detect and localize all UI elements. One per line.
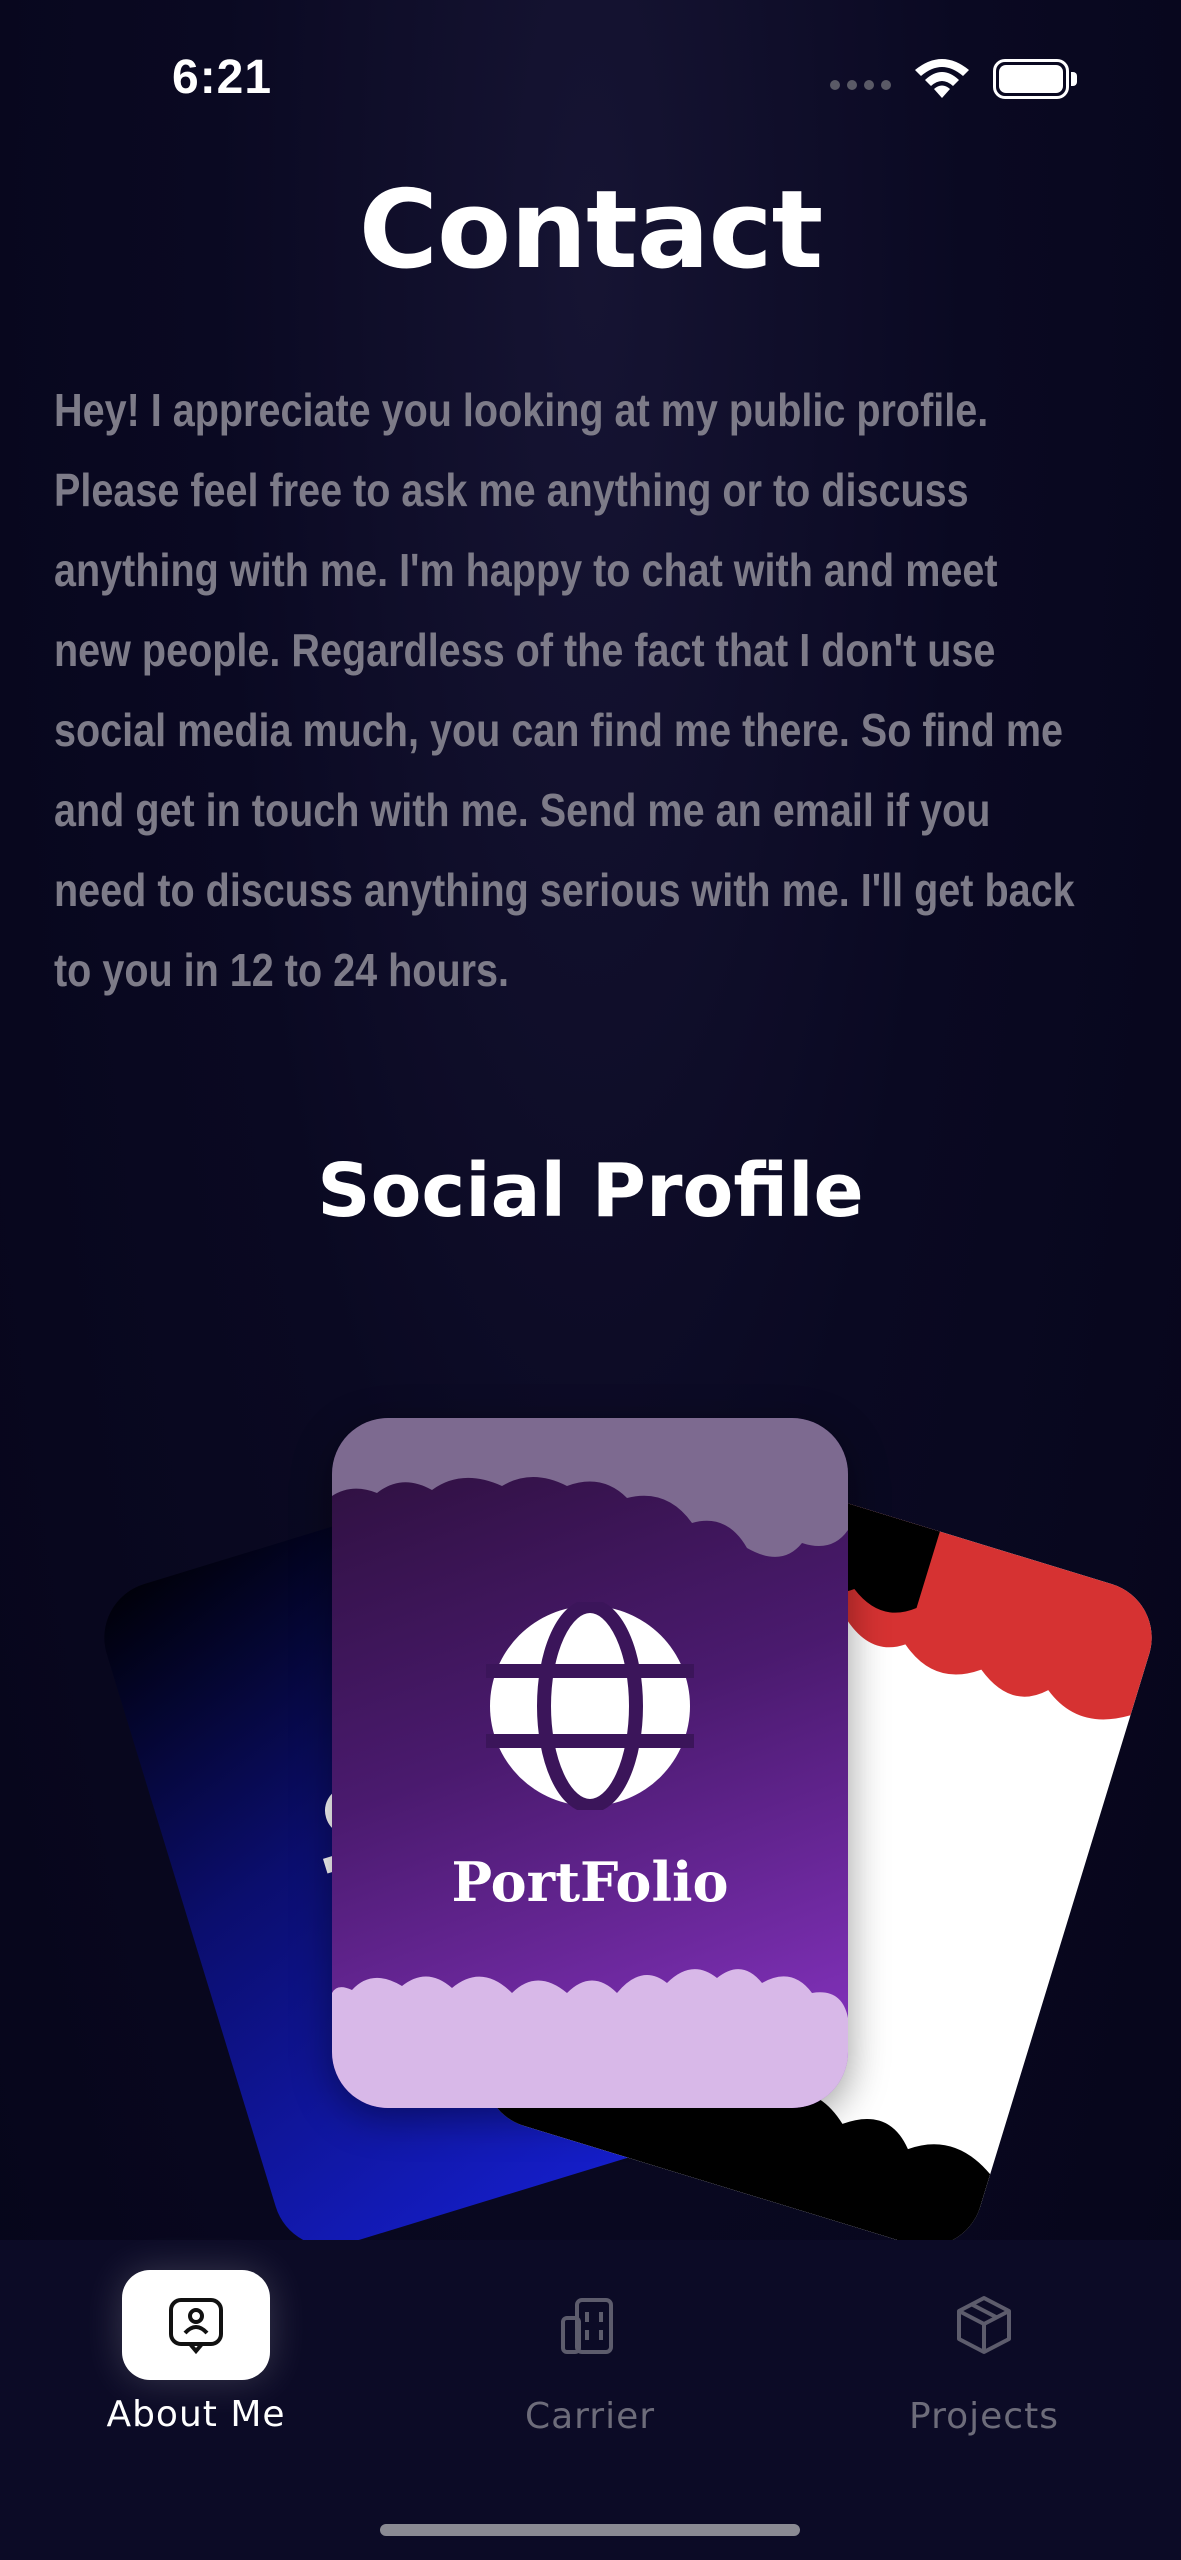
description-line: Please feel free to ask me anything or t… [54, 464, 969, 516]
battery-icon [993, 59, 1077, 99]
portfolio-label: PortFolio [451, 1850, 729, 1914]
status-icons [830, 58, 1077, 100]
description-line: Hey! I appreciate you looking at my publ… [54, 384, 989, 436]
tab-bar: About Me Carrier Projects [0, 2240, 1181, 2560]
tab-icon-container [122, 2270, 270, 2380]
signal-dots-icon [830, 80, 891, 90]
tab-label: Projects [909, 2396, 1059, 2437]
wifi-icon [915, 59, 969, 98]
home-indicator[interactable] [380, 2524, 800, 2536]
tab-label: About Me [106, 2394, 286, 2435]
description-line: social media much, you can find me there… [54, 704, 1064, 756]
profile-badge-icon [169, 2298, 223, 2355]
description-line: to you in 12 to 24 hours. [54, 944, 510, 996]
page-title: Contact [358, 168, 824, 293]
contact-screen: 6:21 Contact Hey! I appreciate you looki… [0, 0, 1181, 2560]
tab-icon-container [516, 2270, 664, 2380]
description-line: anything with me. I'm happy to chat with… [54, 544, 998, 596]
tab-label: Carrier [524, 2396, 656, 2437]
tab-carrier[interactable]: Carrier [440, 2270, 740, 2437]
social-card-portfolio[interactable]: PortFolio [332, 1418, 848, 2108]
description-line: new people. Regardless of the fact that … [54, 624, 996, 676]
globe-icon [486, 1602, 694, 1810]
tab-projects[interactable]: Projects [834, 2270, 1134, 2437]
status-time: 6:21 [172, 51, 273, 104]
description-line: need to discuss anything serious with me… [54, 864, 1075, 916]
contact-description: Hey! I appreciate you looking at my publ… [54, 370, 1129, 1010]
section-title-social-profile: Social Profile [317, 1148, 864, 1234]
description-line: and get in touch with me. Send me an ema… [54, 784, 991, 836]
tab-about-me[interactable]: About Me [46, 2270, 346, 2435]
tab-icon-container [910, 2270, 1058, 2380]
building-icon [561, 2298, 613, 2354]
box-icon [957, 2296, 1011, 2354]
